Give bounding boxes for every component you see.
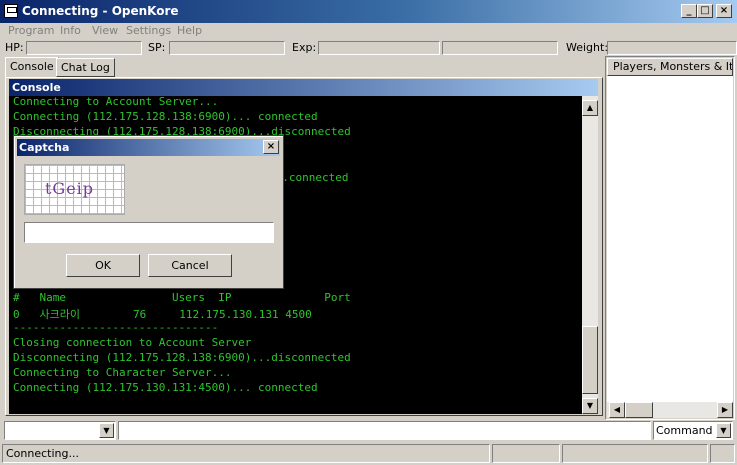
console-line: Closing connection to Account Server	[13, 336, 252, 349]
hp-bar	[26, 41, 142, 55]
target-select[interactable]: ▼	[4, 421, 116, 440]
scroll-thumb[interactable]	[582, 326, 598, 394]
players-hscrollbar[interactable]: ◀ ▶	[607, 402, 733, 418]
console-line: Connecting to Character Server...	[13, 366, 232, 379]
menu-settings[interactable]: Settings	[126, 24, 171, 37]
job-exp-bar	[442, 41, 558, 55]
console-line: # Name Users IP Port	[13, 291, 351, 304]
hscroll-thumb[interactable]	[625, 402, 653, 418]
chevron-down-icon[interactable]: ▼	[99, 423, 114, 438]
menu-help[interactable]: Help	[177, 24, 202, 37]
status-bar: Connecting...	[0, 443, 737, 465]
status-panel	[710, 444, 735, 463]
close-button[interactable]: ×	[716, 4, 732, 18]
scroll-right-button[interactable]: ▶	[717, 402, 733, 418]
menu-bar: Program Info View Settings Help	[0, 23, 737, 40]
dialog-close-button[interactable]: ×	[263, 140, 279, 154]
console-line: Connecting (112.175.128.138:6900)... con…	[13, 110, 318, 123]
captcha-image: tGeip	[24, 164, 125, 215]
sp-label: SP:	[148, 41, 166, 54]
chevron-down-icon[interactable]: ▼	[716, 423, 731, 438]
maximize-button[interactable]: □	[697, 4, 713, 18]
scroll-up-button[interactable]: ▲	[582, 100, 598, 116]
captcha-input[interactable]	[24, 222, 274, 243]
players-list-header[interactable]: Players, Monsters & Items	[607, 58, 733, 76]
status-panel	[492, 444, 560, 463]
scroll-down-button[interactable]: ▼	[582, 398, 598, 414]
console-header: Console	[9, 79, 598, 96]
status-text: Connecting...	[6, 447, 79, 460]
dialog-title: Captcha	[17, 139, 280, 156]
status-panel	[562, 444, 708, 463]
minimize-button[interactable]: _	[681, 4, 697, 18]
tab-console[interactable]: Console	[5, 57, 59, 78]
console-line: -------------------------------	[13, 321, 219, 334]
console-line: 0 사크라이 76 112.175.130.131 4500	[13, 308, 312, 321]
command-type-value: Command	[656, 424, 713, 437]
command-type-select[interactable]: Command ▼	[653, 421, 733, 440]
scroll-left-button[interactable]: ◀	[609, 402, 625, 418]
captcha-dialog: Captcha × tGeip OK Cancel	[13, 135, 284, 289]
console-line: Connecting (112.175.130.131:4500)... con…	[13, 381, 318, 394]
console-line: Connecting to Account Server...	[13, 96, 219, 108]
weight-label: Weight:	[566, 41, 609, 54]
console-scrollbar[interactable]: ▲ ▼	[582, 96, 598, 414]
tab-chat-log[interactable]: Chat Log	[56, 58, 115, 77]
hp-label: HP:	[5, 41, 24, 54]
players-list[interactable]	[607, 76, 733, 402]
menu-program[interactable]: Program	[8, 24, 54, 37]
status-panel-main: Connecting...	[2, 444, 490, 463]
menu-info[interactable]: Info	[60, 24, 81, 37]
window-title: Connecting - OpenKore	[22, 4, 179, 18]
console-line: Disconnecting (112.175.128.138:6900)...d…	[13, 351, 351, 364]
ok-button[interactable]: OK	[66, 254, 140, 277]
cancel-button[interactable]: Cancel	[148, 254, 232, 277]
captcha-text: tGeip	[45, 179, 95, 198]
exp-label: Exp:	[292, 41, 317, 54]
command-input[interactable]	[118, 421, 651, 440]
menu-view[interactable]: View	[92, 24, 118, 37]
title-bar: Connecting - OpenKore _ □ ×	[0, 0, 737, 23]
app-icon	[4, 4, 18, 18]
base-exp-bar	[318, 41, 440, 55]
weight-bar	[607, 41, 737, 55]
sp-bar	[169, 41, 285, 55]
